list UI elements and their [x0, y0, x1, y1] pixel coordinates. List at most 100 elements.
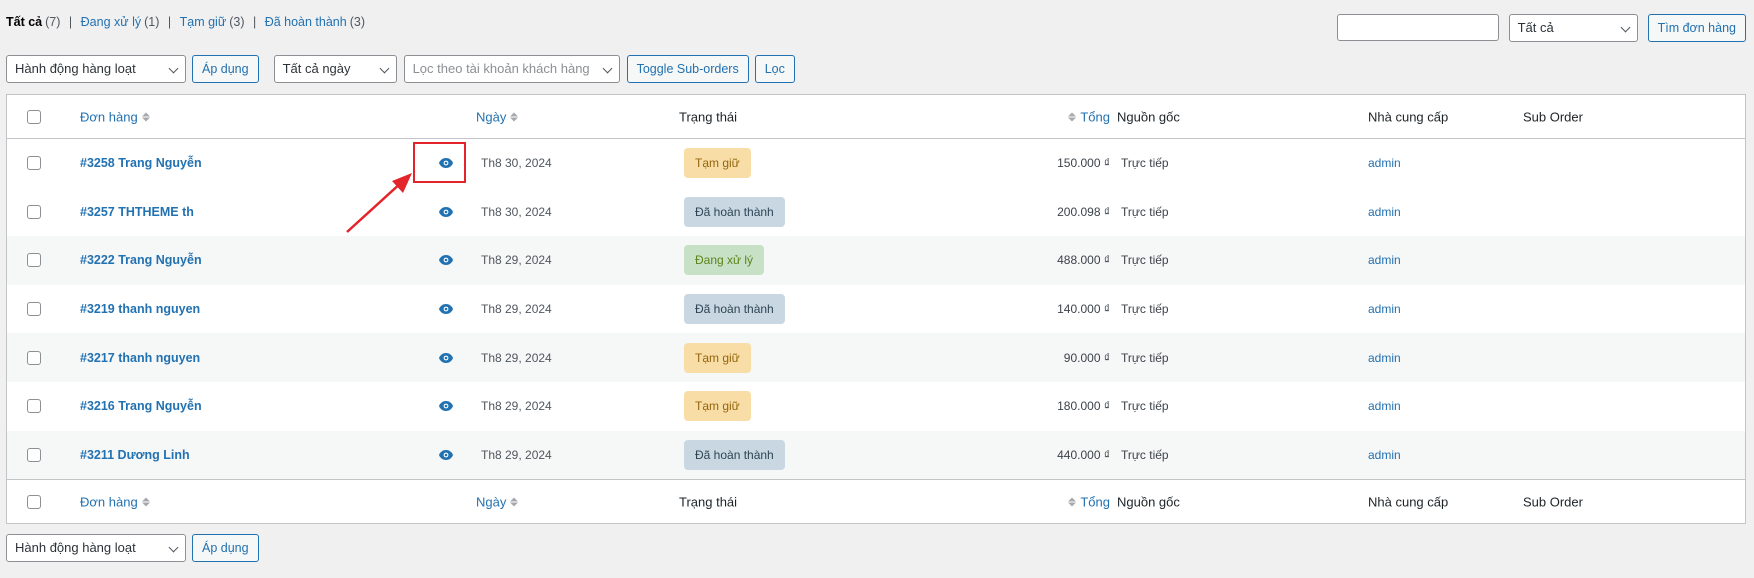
- order-date: Th8 29, 2024: [481, 253, 552, 268]
- bulk-action-select[interactable]: Hành động hàng loạt: [6, 55, 186, 83]
- table-header: Đơn hàng Ngày Trạng thái Tổng Nguồn gốc …: [7, 95, 1745, 139]
- eye-icon[interactable]: [438, 206, 454, 218]
- column-order[interactable]: Đơn hàng: [80, 109, 150, 124]
- row-checkbox[interactable]: [27, 156, 41, 171]
- vendor-link[interactable]: admin: [1368, 302, 1401, 316]
- column-sub-order: Sub Order: [1523, 109, 1583, 124]
- table-row[interactable]: #3258 Trang Nguyễn Th8 30, 2024 Tạm giữ …: [7, 139, 1745, 188]
- search-type-select[interactable]: Tất cả: [1508, 14, 1638, 42]
- order-origin: Trực tiếp: [1121, 253, 1169, 268]
- order-date: Th8 29, 2024: [481, 350, 552, 365]
- order-link[interactable]: #3257 THTHEME th: [80, 205, 194, 219]
- column-total[interactable]: Tổng: [1068, 109, 1110, 124]
- order-link[interactable]: #3217 thanh nguyen: [80, 351, 200, 365]
- column-origin: Nguồn gốc: [1117, 494, 1180, 510]
- vendor-link[interactable]: admin: [1368, 448, 1401, 462]
- table-footer: Đơn hàng Ngày Trạng thái Tổng Nguồn gốc …: [7, 479, 1745, 523]
- order-origin: Trực tiếp: [1121, 399, 1169, 414]
- table-row[interactable]: #3211 Dương Linh Th8 29, 2024 Đã hoàn th…: [7, 430, 1745, 480]
- orders-table: Đơn hàng Ngày Trạng thái Tổng Nguồn gốc …: [6, 94, 1746, 525]
- row-checkbox[interactable]: [27, 253, 41, 268]
- column-order[interactable]: Đơn hàng: [80, 494, 150, 509]
- chevron-down-icon: [602, 63, 613, 74]
- search-input[interactable]: [1336, 14, 1499, 41]
- column-date[interactable]: Ngày: [476, 494, 519, 509]
- status-badge: Đã hoàn thành: [684, 439, 785, 470]
- column-status: Trạng thái: [679, 109, 738, 124]
- vendor-link[interactable]: admin: [1368, 399, 1401, 413]
- status-filter-completed[interactable]: Đã hoàn thành (3): [265, 15, 365, 29]
- order-link[interactable]: #3219 thanh nguyen: [80, 302, 200, 316]
- status-filter-separator: |: [167, 15, 172, 29]
- status-filter-separator: |: [68, 15, 73, 29]
- order-link[interactable]: #3222 Trang Nguyễn: [80, 253, 202, 267]
- table-row[interactable]: #3216 Trang Nguyễn Th8 29, 2024 Tạm giữ …: [7, 382, 1745, 431]
- order-total: 150.000 ₫: [1057, 156, 1110, 171]
- row-checkbox[interactable]: [27, 399, 41, 414]
- status-badge: Đã hoàn thành: [684, 196, 785, 227]
- order-total: 180.000 ₫: [1057, 399, 1110, 414]
- table-row[interactable]: #3257 THTHEME th Th8 30, 2024 Đã hoàn th…: [7, 188, 1745, 237]
- vendor-link[interactable]: admin: [1368, 253, 1401, 267]
- column-sub-order: Sub Order: [1523, 494, 1583, 510]
- table-row[interactable]: #3217 thanh nguyen Th8 29, 2024 Tạm giữ …: [7, 333, 1745, 382]
- order-link[interactable]: #3216 Trang Nguyễn: [80, 399, 202, 413]
- order-origin: Trực tiếp: [1121, 156, 1169, 171]
- order-origin: Trực tiếp: [1121, 204, 1169, 219]
- tablenav-top: Hành động hàng loạt Áp dụng Tất cả ngày …: [6, 55, 795, 83]
- sort-arrows-icon: [141, 497, 150, 507]
- status-filter-all[interactable]: Tất cả (7): [6, 15, 60, 29]
- sort-arrows-icon: [510, 112, 519, 121]
- table-row[interactable]: #3222 Trang Nguyễn Th8 29, 2024 Đang xử …: [7, 236, 1745, 285]
- eye-icon[interactable]: [438, 303, 454, 315]
- eye-icon[interactable]: [438, 400, 454, 412]
- order-date: Th8 30, 2024: [481, 204, 552, 219]
- order-origin: Trực tiếp: [1121, 302, 1169, 317]
- status-filter-processing[interactable]: Đang xử lý (1): [81, 15, 160, 29]
- table-row[interactable]: #3219 thanh nguyen Th8 29, 2024 Đã hoàn …: [7, 285, 1745, 334]
- chevron-down-icon: [379, 63, 390, 74]
- bulk-action-select[interactable]: Hành động hàng loạt: [6, 534, 186, 562]
- row-checkbox[interactable]: [27, 204, 41, 219]
- vendor-link[interactable]: admin: [1368, 205, 1401, 219]
- order-date: Th8 29, 2024: [481, 447, 552, 462]
- status-badge: Đang xử lý: [684, 245, 765, 276]
- customer-filter-select[interactable]: Lọc theo tài khoản khách hàng: [403, 55, 620, 83]
- column-vendor: Nhà cung cấp: [1368, 109, 1449, 124]
- select-all-checkbox[interactable]: [27, 109, 41, 124]
- chevron-down-icon: [168, 542, 179, 553]
- order-origin: Trực tiếp: [1121, 350, 1169, 365]
- column-origin: Nguồn gốc: [1117, 109, 1180, 124]
- eye-icon[interactable]: [438, 449, 454, 461]
- status-badge: Tạm giữ: [684, 391, 751, 422]
- toggle-suborders-button[interactable]: Toggle Sub-orders: [626, 55, 749, 83]
- date-filter-select[interactable]: Tất cả ngày: [273, 55, 397, 83]
- status-filter-separator: |: [252, 15, 257, 29]
- order-link[interactable]: #3258 Trang Nguyễn: [80, 156, 202, 170]
- eye-icon[interactable]: [438, 352, 454, 364]
- order-total: 440.000 ₫: [1057, 447, 1110, 462]
- apply-button[interactable]: Áp dụng: [192, 55, 259, 83]
- order-date: Th8 30, 2024: [481, 156, 552, 171]
- annotation-highlight-box: [413, 142, 466, 183]
- row-checkbox[interactable]: [27, 447, 41, 462]
- apply-button[interactable]: Áp dụng: [192, 534, 259, 562]
- status-badge: Tạm giữ: [684, 148, 751, 179]
- sort-arrows-icon: [1068, 112, 1077, 121]
- status-filter-on-hold[interactable]: Tạm giữ (3): [180, 15, 245, 29]
- row-checkbox[interactable]: [27, 302, 41, 317]
- eye-icon[interactable]: [438, 254, 454, 266]
- search-orders-button[interactable]: Tìm đơn hàng: [1647, 14, 1746, 42]
- order-origin: Trực tiếp: [1121, 447, 1169, 462]
- sort-arrows-icon: [510, 497, 519, 507]
- row-checkbox[interactable]: [27, 350, 41, 365]
- vendor-link[interactable]: admin: [1368, 351, 1401, 365]
- select-all-checkbox[interactable]: [27, 494, 41, 509]
- status-badge: Đã hoàn thành: [684, 294, 785, 325]
- order-total: 140.000 ₫: [1057, 302, 1110, 317]
- column-date[interactable]: Ngày: [476, 109, 519, 124]
- order-link[interactable]: #3211 Dương Linh: [80, 448, 190, 462]
- column-total[interactable]: Tổng: [1068, 494, 1110, 509]
- filter-button[interactable]: Lọc: [754, 55, 795, 83]
- vendor-link[interactable]: admin: [1368, 156, 1401, 170]
